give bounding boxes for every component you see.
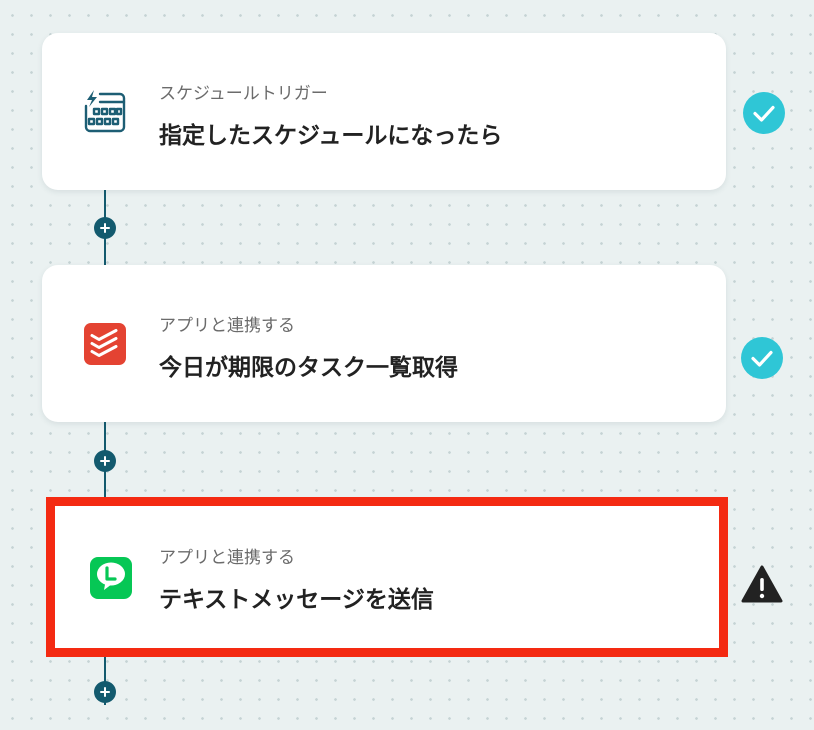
add-step-button[interactable] bbox=[94, 450, 116, 472]
step-type-label: アプリと連携する bbox=[159, 548, 295, 568]
step-title: 指定したスケジュールになったら bbox=[159, 123, 503, 149]
line-icon bbox=[88, 555, 134, 601]
step-type-label: スケジュールトリガー bbox=[159, 84, 328, 104]
warning-icon bbox=[740, 563, 784, 607]
step-title: 今日が期限のタスク一覧取得 bbox=[159, 355, 458, 381]
todoist-icon bbox=[82, 321, 128, 367]
flow-step-card[interactable]: スケジュールトリガー 指定したスケジュールになったら bbox=[42, 33, 726, 190]
flow-step-card[interactable]: アプリと連携する 今日が期限のタスク一覧取得 bbox=[42, 265, 726, 422]
step-title: テキストメッセージを送信 bbox=[159, 587, 434, 613]
check-icon bbox=[742, 91, 786, 135]
schedule-calendar-icon bbox=[82, 89, 128, 135]
check-icon bbox=[740, 336, 784, 380]
flow-step-card-selected[interactable]: アプリと連携する テキストメッセージを送信 bbox=[46, 497, 728, 657]
add-step-button[interactable] bbox=[94, 681, 116, 703]
add-step-button[interactable] bbox=[94, 217, 116, 239]
step-type-label: アプリと連携する bbox=[159, 316, 295, 336]
